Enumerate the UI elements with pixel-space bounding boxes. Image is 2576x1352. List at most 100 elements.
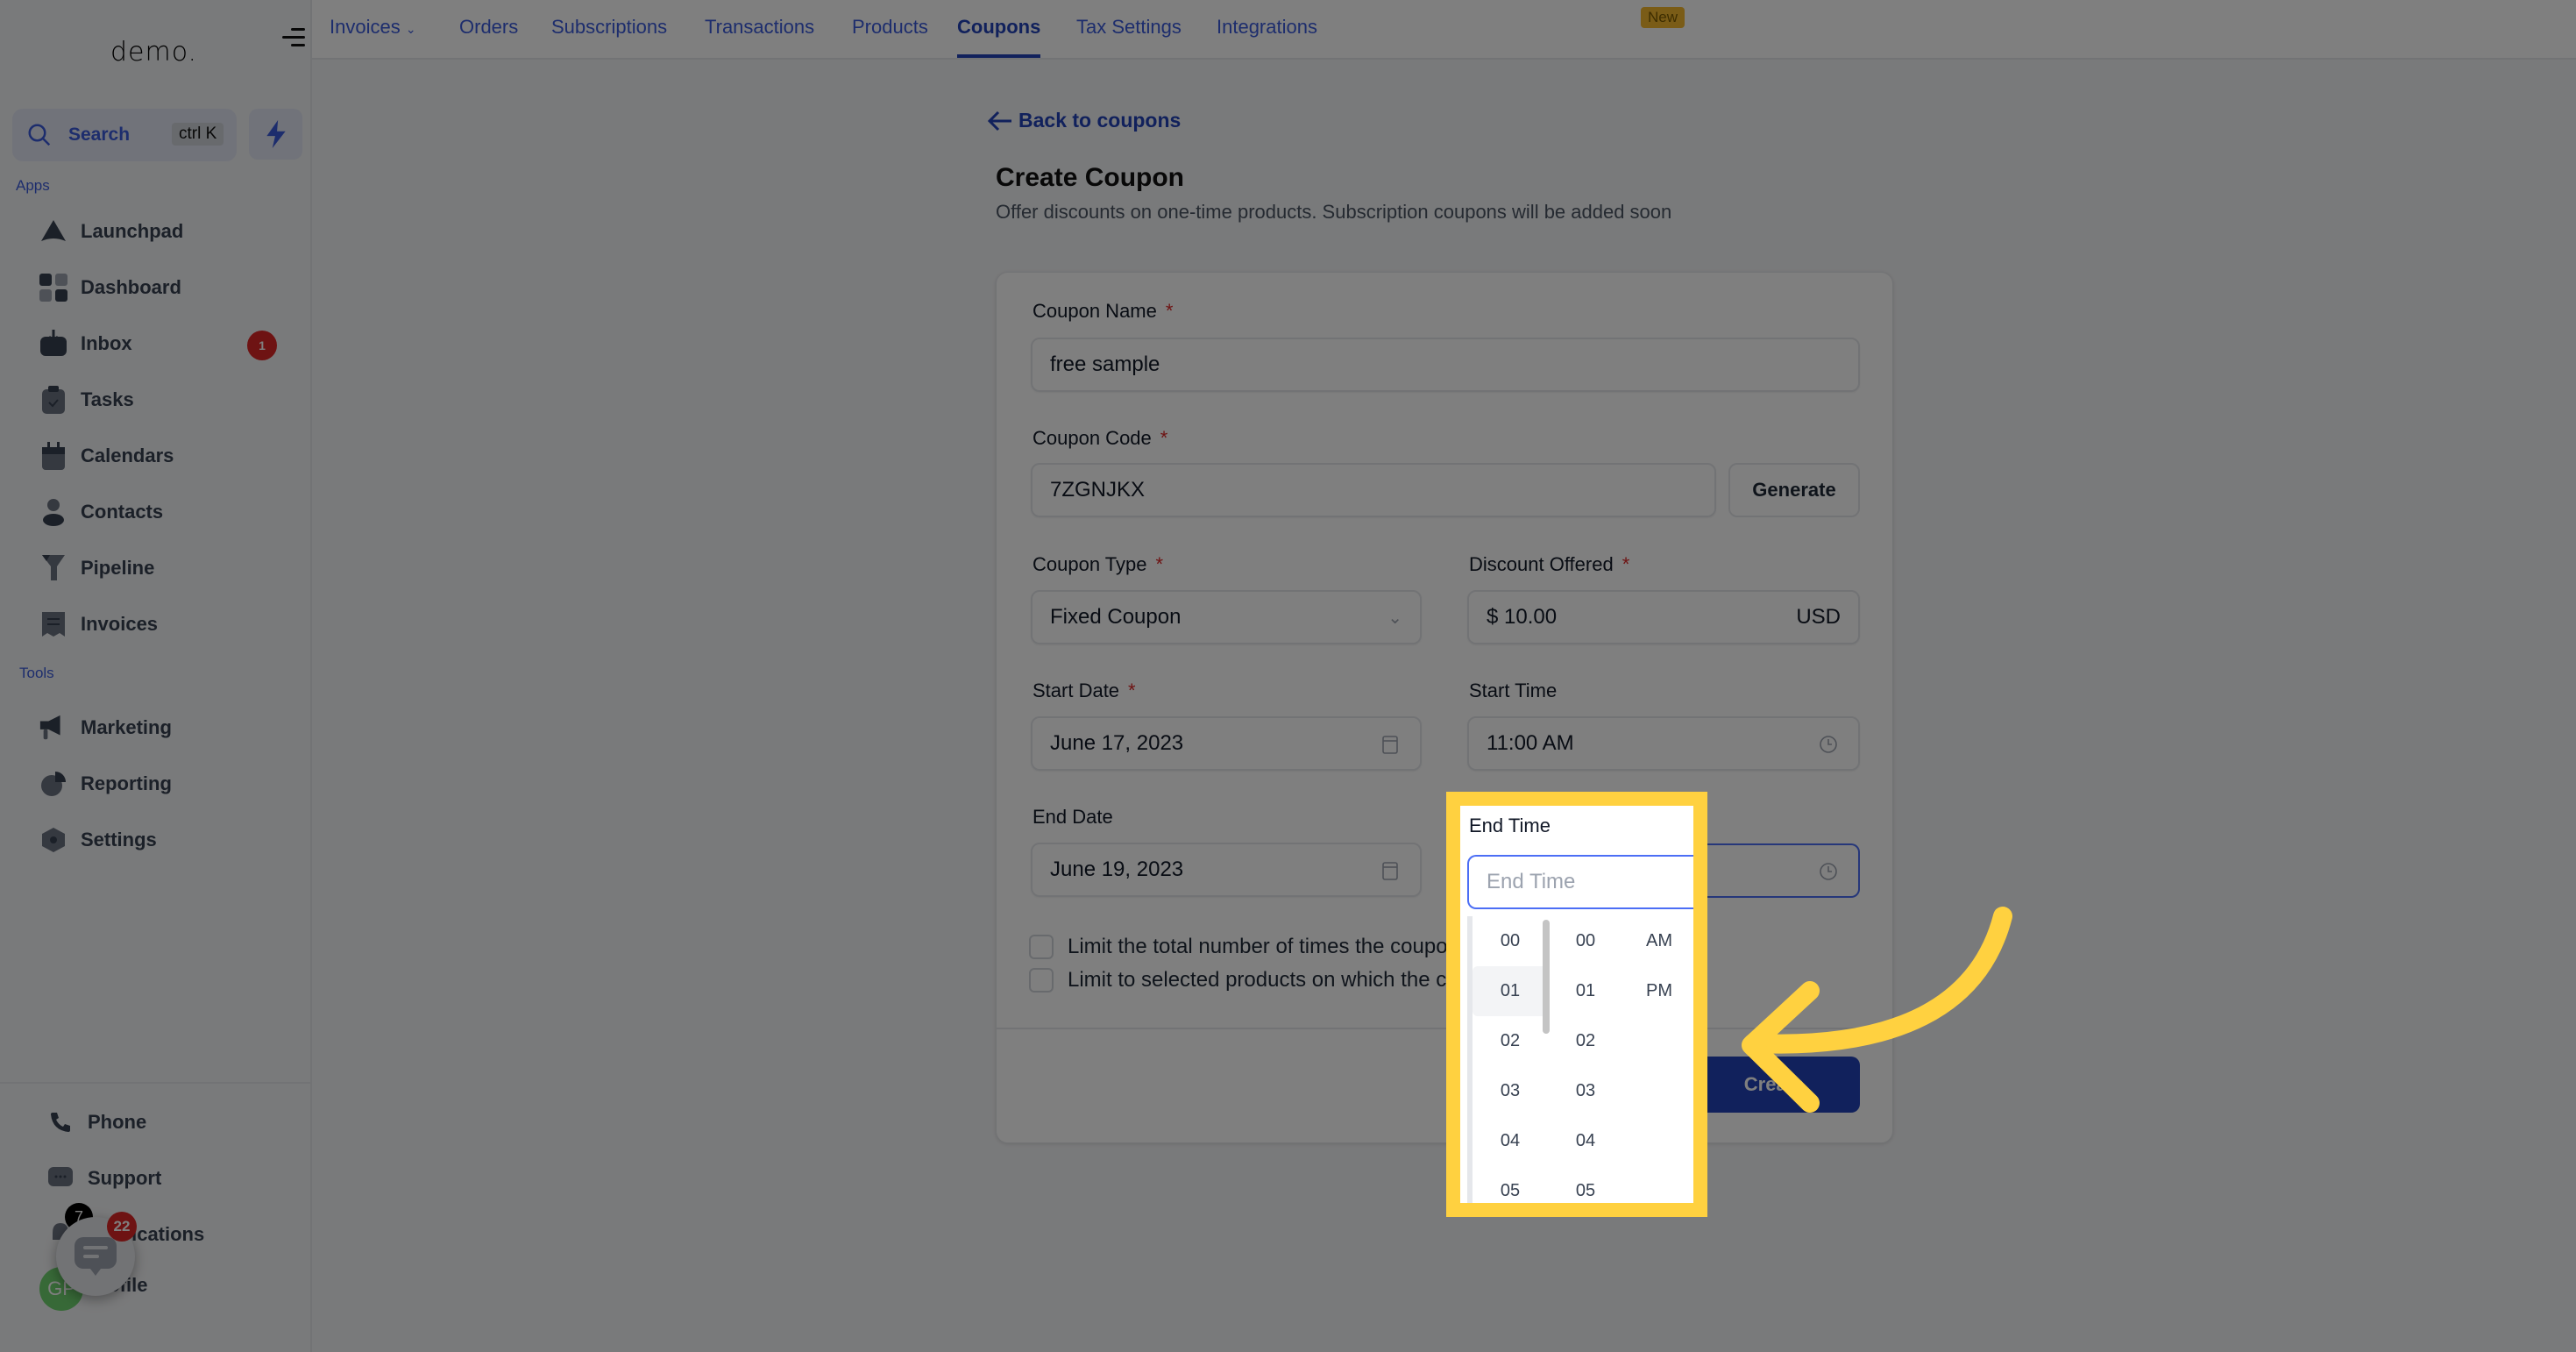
back-to-coupons-link[interactable]: Back to coupons — [987, 109, 1181, 132]
page-subtitle: Offer discounts on one-time products. Su… — [996, 201, 1672, 223]
menu-icon-line — [282, 36, 305, 39]
minute-column[interactable]: 00 01 02 03 04 05 — [1548, 916, 1623, 1203]
hour-option[interactable]: 02 — [1473, 1016, 1548, 1066]
hour-option[interactable]: 03 — [1473, 1066, 1548, 1116]
sidebar-item-reporting[interactable]: Reporting — [39, 765, 293, 803]
tab-orders[interactable]: Orders — [459, 16, 518, 58]
tab-tax-settings[interactable]: Tax Settings — [1076, 16, 1182, 58]
sidebar-item-pipeline[interactable]: Pipeline — [39, 549, 293, 587]
minute-option[interactable]: 03 — [1548, 1066, 1623, 1116]
sidebar-divider — [0, 1082, 312, 1084]
currency-suffix: USD — [1796, 605, 1841, 629]
search-label: Search — [68, 125, 131, 145]
input-value: June 17, 2023 — [1050, 731, 1184, 755]
lightning-icon — [266, 120, 286, 148]
coupon-name-label: Coupon Name * — [1033, 300, 1173, 323]
clock-icon — [1820, 736, 1837, 753]
pie-chart-icon — [39, 769, 68, 799]
menu-icon-line — [291, 44, 305, 46]
coupon-type-label: Coupon Type * — [1033, 553, 1163, 576]
generate-button[interactable]: Generate — [1728, 463, 1860, 517]
end-date-input[interactable]: June 19, 2023 — [1031, 843, 1422, 897]
discount-input[interactable]: $ 10.00 USD — [1467, 590, 1860, 644]
coupon-code-label: Coupon Code * — [1033, 427, 1167, 450]
sidebar-item-tasks[interactable]: Tasks — [39, 381, 293, 419]
end-time-input[interactable]: End Time — [1467, 855, 1693, 909]
calendar-icon — [1382, 736, 1398, 754]
hour-column[interactable]: 00 01 02 03 04 05 — [1473, 916, 1548, 1203]
clock-icon — [1820, 863, 1837, 880]
hour-option[interactable]: 00 — [1473, 916, 1548, 966]
inbox-badge: 1 — [247, 331, 277, 360]
limit-total-checkbox[interactable] — [1029, 935, 1054, 959]
funnel-icon — [39, 553, 68, 583]
inbox-icon — [39, 329, 68, 359]
input-value: 7ZGNJKX — [1050, 478, 1146, 502]
tab-products[interactable]: Products — [852, 16, 928, 58]
checkbox-label: Limit to selected products on which the … — [1068, 968, 1505, 992]
quick-actions-button[interactable] — [249, 109, 302, 160]
sidebar-item-label: Launchpad — [81, 220, 184, 242]
start-time-input[interactable]: 11:00 AM — [1467, 716, 1860, 771]
start-date-label: Start Date * — [1033, 680, 1136, 702]
sidebar-item-calendars[interactable]: Calendars — [39, 437, 293, 475]
sidebar-item-support[interactable]: Support — [46, 1159, 300, 1198]
page-title: Create Coupon — [996, 163, 1185, 192]
sidebar-item-marketing[interactable]: Marketing — [39, 708, 293, 747]
message-icon — [75, 1237, 117, 1276]
limit-products-checkbox-row[interactable]: Limit to selected products on which the … — [1029, 968, 1505, 993]
input-value: 11:00 AM — [1487, 731, 1574, 755]
create-button[interactable]: Create — [1688, 1057, 1860, 1113]
sidebar-item-launchpad[interactable]: Launchpad — [39, 212, 293, 251]
user-icon — [39, 497, 68, 527]
limit-products-checkbox[interactable] — [1029, 968, 1054, 993]
tab-subscriptions[interactable]: Subscriptions — [551, 16, 667, 58]
tab-integrations[interactable]: Integrations — [1217, 16, 1317, 58]
coupon-code-input[interactable]: 7ZGNJKX — [1031, 463, 1716, 517]
minute-option[interactable]: 04 — [1548, 1116, 1623, 1166]
tab-transactions[interactable]: Transactions — [705, 16, 814, 58]
collapse-sidebar-button[interactable] — [282, 26, 305, 49]
sidebar-item-contacts[interactable]: Contacts — [39, 493, 293, 531]
required-asterisk: * — [1128, 680, 1136, 701]
end-date-label: End Date — [1033, 806, 1113, 828]
minute-option[interactable]: 00 — [1548, 916, 1623, 966]
sidebar-item-invoices[interactable]: Invoices — [39, 605, 293, 644]
time-picker-dropdown: 00 01 02 03 04 05 00 01 02 03 04 05 AM P… — [1467, 916, 1693, 1203]
sidebar-item-dashboard[interactable]: Dashboard — [39, 268, 293, 307]
coupon-name-input[interactable]: free sample — [1031, 338, 1860, 392]
limit-total-checkbox-row[interactable]: Limit the total number of times the coup… — [1029, 935, 1459, 959]
hour-option[interactable]: 05 — [1473, 1166, 1548, 1203]
sidebar-item-label: Dashboard — [81, 276, 181, 298]
sidebar-item-label: Support — [88, 1167, 162, 1189]
tab-invoices[interactable]: Invoices ⌄ — [330, 16, 416, 58]
meridiem-option[interactable]: PM — [1622, 966, 1693, 1016]
hour-option[interactable]: 04 — [1473, 1116, 1548, 1166]
sidebar-item-label: Marketing — [81, 716, 172, 738]
sidebar-item-label: Phone — [88, 1111, 147, 1133]
sidebar-item-phone[interactable]: Phone — [46, 1103, 300, 1142]
input-value: free sample — [1050, 352, 1160, 376]
minute-option[interactable]: 02 — [1548, 1016, 1623, 1066]
hour-option[interactable]: 01 — [1473, 966, 1548, 1016]
calendar-icon — [39, 441, 68, 471]
new-badge: New — [1641, 7, 1685, 28]
rocket-icon — [39, 217, 68, 246]
tab-coupons[interactable]: Coupons — [957, 16, 1041, 58]
chat-widget-badge: 22 — [107, 1212, 137, 1242]
start-date-input[interactable]: June 17, 2023 — [1031, 716, 1422, 771]
end-time-highlight: End Time End Time 00 01 02 03 04 05 00 0… — [1446, 792, 1707, 1217]
minute-option[interactable]: 05 — [1548, 1166, 1623, 1203]
search-button[interactable]: Search ctrl K — [12, 109, 237, 161]
minute-option[interactable]: 01 — [1548, 966, 1623, 1016]
meridiem-column[interactable]: AM PM — [1622, 916, 1693, 1016]
sidebar-item-settings[interactable]: Settings — [39, 821, 293, 859]
start-time-label: Start Time — [1469, 680, 1558, 701]
meridiem-option[interactable]: AM — [1622, 916, 1693, 966]
label-text: Discount Offered — [1469, 553, 1614, 575]
coupon-type-select[interactable]: Fixed Coupon ⌄ — [1031, 590, 1422, 644]
search-shortcut: ctrl K — [172, 123, 224, 146]
logo: demo. — [110, 37, 198, 68]
end-time-input-tail[interactable] — [1707, 843, 1860, 898]
tab-label: Invoices — [330, 16, 401, 38]
